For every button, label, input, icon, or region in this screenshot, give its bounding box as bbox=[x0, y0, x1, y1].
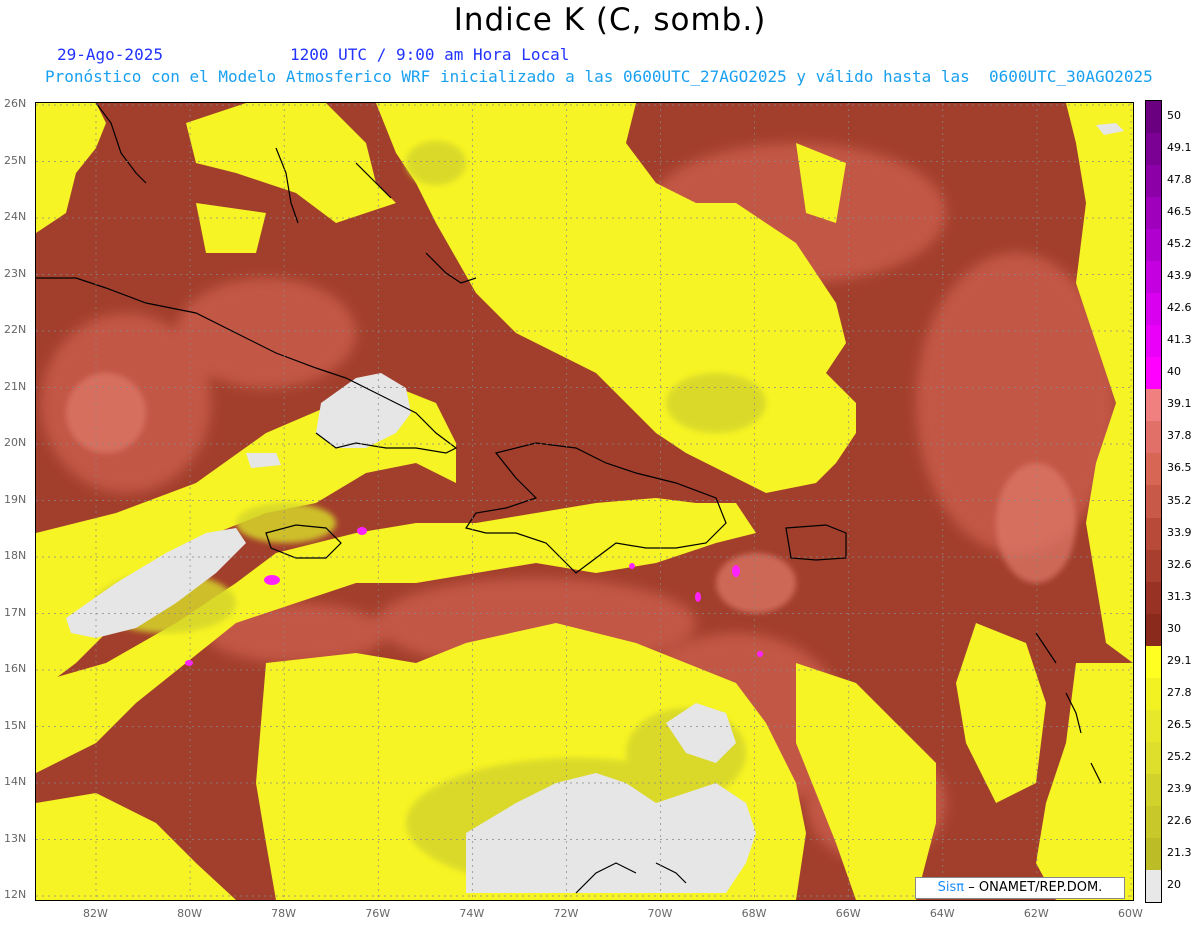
color-scale-segment bbox=[1146, 357, 1161, 390]
lat-label: 15N bbox=[4, 718, 27, 732]
valid-time: 1200 UTC / 9:00 am Hora Local bbox=[290, 45, 570, 64]
lat-label: 24N bbox=[4, 210, 27, 223]
color-scale-label: 36.5 bbox=[1167, 461, 1192, 475]
lat-label: 16N bbox=[4, 662, 27, 675]
color-scale-segment bbox=[1146, 101, 1161, 134]
color-scale-segment bbox=[1146, 293, 1161, 326]
lon-label: 74W bbox=[459, 907, 485, 920]
lat-label: 25N bbox=[4, 153, 27, 167]
color-scale-label: 39.1 bbox=[1167, 397, 1192, 411]
forecast-date: 29-Ago-2025 bbox=[57, 45, 163, 64]
lon-label: 72W bbox=[553, 907, 579, 920]
color-scale-segment bbox=[1146, 805, 1161, 839]
lon-label: 70W bbox=[647, 907, 673, 920]
lat-label: 14N bbox=[4, 775, 27, 788]
color-scale-label: 35.2 bbox=[1167, 493, 1192, 507]
color-scale-segment bbox=[1146, 389, 1161, 422]
color-scale-label: 30 bbox=[1167, 621, 1181, 635]
lon-label: 60W bbox=[1118, 907, 1143, 920]
color-scale-label: 29.1 bbox=[1167, 653, 1192, 667]
lat-label: 26N bbox=[4, 97, 27, 110]
color-scale-segment bbox=[1146, 325, 1161, 358]
lat-label: 17N bbox=[4, 605, 27, 619]
lon-label: 64W bbox=[929, 907, 955, 920]
color-scale-segment bbox=[1146, 485, 1161, 518]
lat-label: 19N bbox=[4, 492, 27, 506]
color-scale-segment bbox=[1146, 517, 1161, 551]
lon-label: 68W bbox=[741, 907, 767, 920]
lat-label: 20N bbox=[4, 436, 27, 449]
color-scale-label: 27.8 bbox=[1167, 685, 1192, 699]
color-scale-segment bbox=[1146, 229, 1161, 262]
color-scale-label: 45.2 bbox=[1167, 237, 1192, 251]
credit-box: Sisπ – ONAMET/REP.DOM. bbox=[915, 877, 1125, 899]
color-scale-segment bbox=[1146, 837, 1161, 871]
credit-text: – ONAMET/REP.DOM. bbox=[968, 880, 1103, 895]
color-scale-segment bbox=[1146, 581, 1161, 615]
model-description: Pronóstico con el Modelo Atmosferico WRF… bbox=[45, 67, 1153, 86]
color-scale-label: 20 bbox=[1167, 877, 1181, 891]
lon-label: 78W bbox=[271, 907, 297, 920]
color-scale-segment bbox=[1146, 261, 1161, 294]
color-scale-label: 31.3 bbox=[1167, 589, 1192, 603]
color-scale-segment bbox=[1146, 133, 1161, 166]
color-scale-label: 26.5 bbox=[1167, 717, 1192, 731]
color-scale-label: 25.2 bbox=[1167, 749, 1192, 763]
color-scale-segment bbox=[1146, 453, 1161, 486]
map-canvas bbox=[36, 103, 1133, 900]
color-scale-label: 23.9 bbox=[1167, 781, 1192, 795]
lon-label: 80W bbox=[177, 907, 202, 920]
color-scale-label: 46.5 bbox=[1167, 205, 1192, 219]
lat-label: 22N bbox=[4, 323, 27, 336]
lat-label: 12N bbox=[4, 888, 27, 901]
k-index-map bbox=[35, 102, 1134, 901]
color-scale-label: 21.3 bbox=[1167, 845, 1192, 859]
lat-label: 23N bbox=[4, 266, 27, 280]
color-scale-segment bbox=[1146, 613, 1161, 647]
color-scale-label: 42.6 bbox=[1167, 301, 1192, 315]
color-scale-segment bbox=[1146, 165, 1161, 198]
color-scale-label: 41.3 bbox=[1167, 333, 1192, 347]
sispi-logo: Sisπ bbox=[937, 880, 965, 895]
color-scale-segment bbox=[1146, 709, 1161, 743]
color-scale-segment bbox=[1146, 549, 1161, 583]
color-scale-label: 40 bbox=[1167, 365, 1181, 379]
color-scale bbox=[1145, 100, 1162, 903]
color-scale-label: 43.9 bbox=[1167, 269, 1192, 283]
color-scale-label: 49.1 bbox=[1167, 141, 1192, 155]
color-scale-label: 33.9 bbox=[1167, 525, 1192, 539]
map-title: Indice K (C, somb.) bbox=[453, 2, 767, 38]
color-scale-segment bbox=[1146, 869, 1161, 903]
color-scale-label: 22.6 bbox=[1167, 813, 1192, 827]
color-scale-segment bbox=[1146, 197, 1161, 230]
color-scale-label: 50 bbox=[1167, 109, 1181, 123]
color-scale-label: 37.8 bbox=[1167, 429, 1192, 443]
color-scale-segment bbox=[1146, 645, 1161, 679]
color-scale-segment bbox=[1146, 677, 1161, 711]
lon-label: 66W bbox=[835, 907, 861, 920]
color-scale-label: 32.6 bbox=[1167, 557, 1192, 571]
lat-label: 21N bbox=[4, 379, 27, 393]
lon-label: 82W bbox=[83, 907, 108, 920]
lat-label: 18N bbox=[4, 549, 27, 562]
color-scale-segment bbox=[1146, 773, 1161, 807]
color-scale-label: 47.8 bbox=[1167, 173, 1192, 187]
lon-label: 62W bbox=[1023, 907, 1049, 920]
color-scale-segment bbox=[1146, 741, 1161, 775]
lon-label: 76W bbox=[365, 907, 391, 920]
color-scale-segment bbox=[1146, 421, 1161, 454]
lat-label: 13N bbox=[4, 831, 27, 845]
